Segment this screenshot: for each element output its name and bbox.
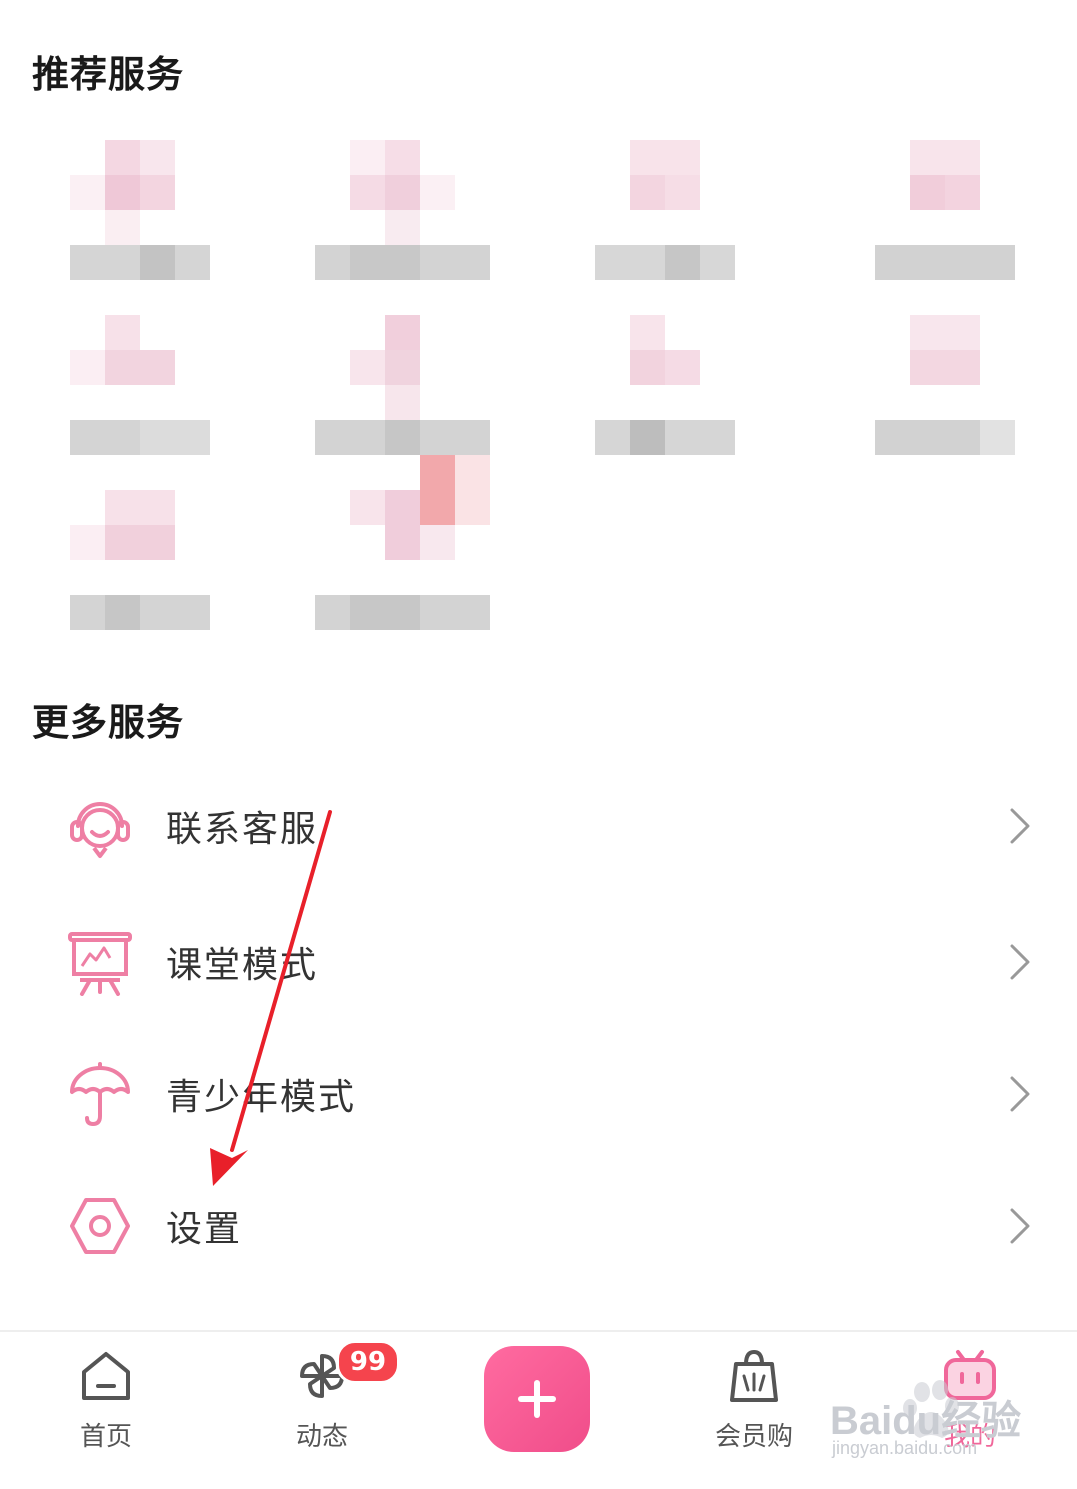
menu-row-settings[interactable]: 设置	[0, 1160, 1077, 1292]
recommended-service-item[interactable]	[315, 315, 490, 455]
presentation-board-icon	[68, 932, 132, 996]
plus-icon	[518, 1380, 556, 1418]
hexagon-settings-icon	[70, 1198, 130, 1254]
watermark-url: jingyan.baidu.com	[832, 1438, 978, 1458]
menu-label: 设置	[166, 1209, 243, 1250]
recommended-service-item[interactable]	[70, 490, 210, 630]
chevron-right-icon	[1010, 1208, 1030, 1244]
tab-vip-shop-label: 会员购	[714, 1422, 793, 1452]
tab-home-label: 首页	[79, 1422, 132, 1452]
chevron-right-icon	[1010, 808, 1030, 844]
umbrella-icon	[70, 1062, 130, 1127]
chevron-right-icon	[1010, 944, 1030, 980]
menu-row-teen-mode[interactable]: 青少年模式	[0, 1028, 1077, 1160]
recommended-service-item[interactable]	[70, 140, 210, 280]
recommended-service-item[interactable]	[595, 140, 735, 280]
chevron-right-icon	[1010, 1076, 1030, 1112]
recommended-service-item[interactable]	[70, 315, 210, 455]
notification-badge: 99	[336, 1340, 400, 1384]
headset-icon	[70, 802, 130, 858]
tab-vip-shop[interactable]: 会员购	[674, 1346, 834, 1456]
recommended-service-item[interactable]	[315, 455, 490, 630]
menu-row-classroom-mode[interactable]: 课堂模式	[0, 896, 1077, 1028]
menu-row-contact-service[interactable]: 联系客服	[0, 760, 1077, 892]
recommended-service-item[interactable]	[875, 315, 1015, 455]
recommended-service-item[interactable]	[595, 315, 735, 455]
publish-plus-button[interactable]	[484, 1346, 590, 1452]
tab-home[interactable]: 首页	[26, 1346, 186, 1456]
recommended-service-item[interactable]	[875, 140, 1015, 280]
menu-label: 课堂模式	[166, 945, 319, 986]
tab-dynamics-label: 动态	[295, 1422, 348, 1452]
recommended-service-item[interactable]	[315, 140, 490, 280]
shopping-bag-icon	[730, 1349, 778, 1402]
home-icon	[82, 1352, 130, 1400]
menu-label: 青少年模式	[166, 1077, 357, 1118]
recommended-services-grid	[0, 0, 1077, 650]
more-services-title: 更多服务	[32, 701, 184, 744]
menu-label: 联系客服	[166, 809, 319, 850]
